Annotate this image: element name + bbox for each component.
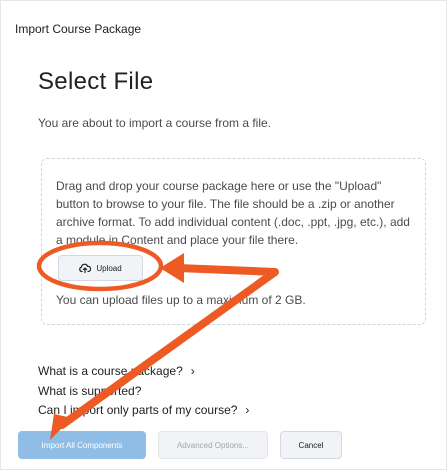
help-link-label: What is a course package? xyxy=(38,364,183,378)
upload-button-label: Upload xyxy=(96,263,122,273)
page-heading: Select File xyxy=(38,68,154,95)
help-link-import-parts[interactable]: Can I import only parts of my course? › xyxy=(38,403,249,417)
intro-text: You are about to import a course from a … xyxy=(38,116,272,130)
help-link-supported[interactable]: What is supported? xyxy=(38,384,141,398)
help-link-label: Can I import only parts of my course? xyxy=(38,403,238,417)
upload-button[interactable]: Upload xyxy=(58,255,143,281)
dialog-title: Import Course Package xyxy=(15,22,142,36)
import-all-components-button[interactable]: Import All Components xyxy=(18,431,146,459)
advanced-options-button[interactable]: Advanced Options... xyxy=(158,431,268,459)
help-link-label: What is supported? xyxy=(38,384,142,398)
file-dropzone[interactable]: Drag and drop your course package here o… xyxy=(41,158,426,325)
chevron-right-icon: › xyxy=(190,364,195,378)
cancel-button[interactable]: Cancel xyxy=(280,431,342,459)
upload-limit-text: You can upload files up to a maximum of … xyxy=(56,293,306,307)
dropzone-instructions: Drag and drop your course package here o… xyxy=(56,179,410,247)
upload-cloud-icon xyxy=(79,263,92,273)
help-link-course-package[interactable]: What is a course package? › xyxy=(38,364,195,378)
chevron-right-icon: › xyxy=(245,403,250,417)
